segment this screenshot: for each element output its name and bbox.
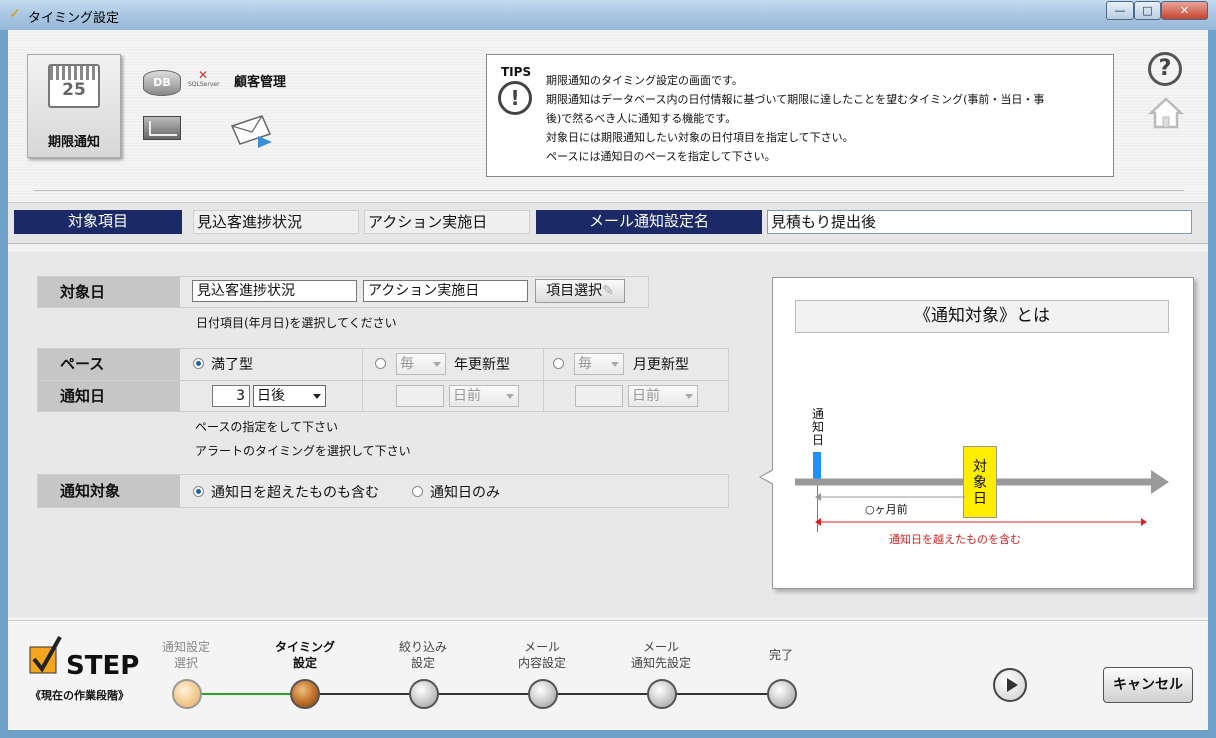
target-date-field1[interactable]: 見込客進捗状況 [192,280,357,302]
step-label-4: メール 内容設定 [517,640,566,670]
step-label-1: 通知設定 選択 [161,640,210,670]
notify-day-only-label: 通知日のみ [430,485,500,501]
pace-monthly-select[interactable]: 毎 [574,353,624,375]
step-label-3: 絞り込み 設定 [398,640,447,670]
mail-setting-label: メール通知設定名 [536,210,762,234]
cancel-button[interactable]: キャンセル [1103,667,1193,703]
deadline-notice-label: 期限通知 [47,135,100,150]
tips-line: ペースには通知日のペースを指定して下さい。 [546,150,776,163]
notify-day-yearly-input[interactable] [396,385,444,407]
step-check-icon [29,636,62,674]
title-bar[interactable]: ✓ タイミング設定 — □ ✕ [0,0,1216,30]
notify-day-monthly-unit-select[interactable]: 日前 [628,385,698,407]
mail-setting-name-field[interactable]: 見積もり提出後 [767,210,1192,234]
pace-label: ペース [38,349,180,380]
summary-band: 対象項目 見込客進捗状況 アクション実施日 メール通知設定名 見積もり提出後 [8,202,1208,244]
months-before-label: ○ヶ月前 [865,503,908,516]
calendar-number: 25 [62,80,86,100]
step-dot-3 [409,679,439,709]
target-item-field2: アクション実施日 [364,210,530,234]
sqlserver-logo-icon: ✕ SQLServer [188,68,220,88]
diagram-notify-day-label: 通知日 [811,407,824,447]
help-icon[interactable]: ? [1148,52,1182,86]
pace-yearly-radio[interactable] [375,358,386,369]
item-select-button[interactable]: 項目選択✎ [535,279,625,303]
step-dot-1 [172,679,202,709]
step-dot-5 [647,679,677,709]
calendar-icon: 25 [48,64,100,108]
notify-day-number-input[interactable]: 3 [212,385,250,407]
step-dot-6 [767,679,797,709]
target-item-label: 対象項目 [14,210,182,234]
deadline-notice-tile[interactable]: 25 期限通知 [27,54,121,158]
target-date-hint: 日付項目(年月日)を選択してください [196,316,397,330]
row-divider [38,380,728,381]
step-label-6: 完了 [768,648,793,662]
pace-expiry-radio[interactable] [193,358,204,369]
customer-management-label: 顧客管理 [234,75,287,90]
tips-line: 後)で然るべき人に通知する機能です。 [546,112,737,125]
window-title: タイミング設定 [28,11,120,26]
step-subtitle: 《現在の作業段階》 [30,689,129,702]
notify-day-monthly-input[interactable] [575,385,623,407]
step-dot-2 [290,679,320,709]
include-past-label: 通知日を越えたものを含む [889,533,1021,546]
pace-yearly-label: 年更新型 [454,357,510,373]
step-progress-bar: STEP 《現在の作業段階》 通知設定 選択 タイミング 設定 絞り込み 設定 メール… [8,620,1208,730]
notify-day-label: 通知日 [38,381,180,411]
notify-day-only-radio[interactable] [412,486,423,497]
home-icon[interactable] [1148,96,1184,130]
column-divider [362,349,363,411]
item-select-label: 項目選択 [546,283,603,299]
notify-day-unit-select[interactable]: 日後 [253,385,326,407]
application-window: ✓ タイミング設定 — □ ✕ 25 期限通知 DB ✕ SQLServer 顧… [0,0,1216,738]
notify-include-past-label: 通知日を超えたものも含む [211,485,379,501]
exclamation-icon: ! [498,81,532,115]
step-title: STEP [66,651,140,681]
target-day-box: 対象日 [963,446,997,518]
pace-expiry-label: 満了型 [211,357,253,373]
target-date-label: 対象日 [38,277,180,307]
app-icon: ✓ [9,6,21,22]
pace-monthly-radio[interactable] [553,358,564,369]
notify-day-yearly-unit-select[interactable]: 日前 [449,385,519,407]
maximize-button[interactable]: □ [1134,1,1161,20]
pace-monthly-label: 月更新型 [633,357,689,373]
timing-hint: アラートのタイミングを選択して下さい [195,444,411,458]
pencil-icon: ✎ [602,283,614,299]
column-divider [543,349,544,411]
step-label-2: タイミング 設定 [274,640,335,670]
header-divider [34,190,1184,191]
pace-yearly-select[interactable]: 毎 [396,353,446,375]
notify-target-label: 通知対象 [38,475,180,507]
next-play-button[interactable] [993,668,1027,702]
notify-include-past-radio[interactable] [193,486,204,497]
step-dot-4 [528,679,558,709]
tips-line: 期限通知のタイミング設定の画面です。 [546,74,743,87]
minimize-button[interactable]: — [1106,1,1134,20]
tips-panel: TIPS ! 期限通知のタイミング設定の画面です。 期限通知はデータベース内の日… [486,54,1114,177]
tips-line: 期限通知はデータベース内の日付情報に基づいて期限に達したことを望むタイミング(事… [546,93,1045,106]
step-line-done [188,693,305,695]
client-area: 25 期限通知 DB ✕ SQLServer 顧客管理 TIPS ! 期限通知の… [8,30,1208,730]
brand-text: SQLServer [188,81,220,88]
diagram-title: 《通知対象》とは [795,300,1169,333]
close-button[interactable]: ✕ [1161,1,1208,20]
include-past-arrow [815,518,1147,526]
target-item-field1: 見込客進捗状況 [193,210,359,234]
mail-icon [143,116,181,140]
callout-pointer-fill [761,470,774,484]
pace-hint: ペースの指定をして下さい [195,420,339,434]
tips-line: 対象日には期限通知したい対象の日付項目を指定して下さい。 [546,131,854,144]
notify-target-diagram: 《通知対象》とは 通知日 対象日 ○ヶ月前 通知日を越えたものを含む [759,277,1194,589]
tips-label: TIPS [501,65,532,79]
target-date-field2[interactable]: アクション実施日 [363,280,528,302]
step-label-5: メール 通知先設定 [630,640,691,670]
database-icon: DB [143,70,181,96]
send-mail-icon [230,115,272,148]
